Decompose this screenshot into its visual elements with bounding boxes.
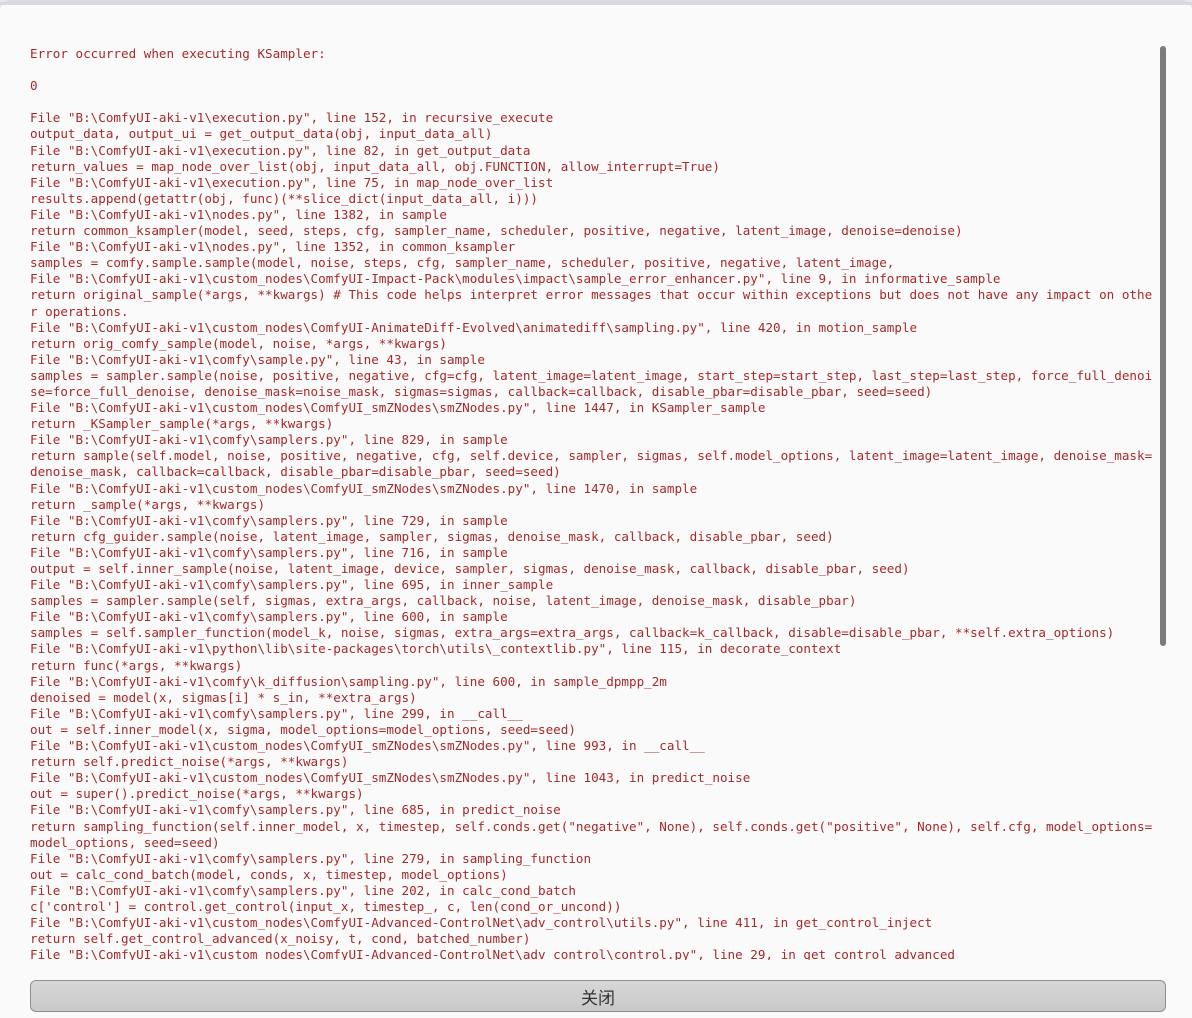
error-value: 0	[30, 78, 38, 94]
traceback-line: File "B:\ComfyUI-aki-v1\execution.py", l…	[30, 174, 554, 190]
traceback-line: File "B:\ComfyUI-aki-v1\custom_nodes\Com…	[30, 480, 698, 496]
traceback-line: return _KSampler_sample(*args, **kwargs)	[30, 416, 334, 432]
traceback-line: c['control'] = control.get_control(input…	[30, 898, 622, 914]
window-top-edge	[0, 2, 1192, 5]
traceback-line: out = self.inner_model(x, sigma, model_o…	[30, 721, 576, 737]
traceback-line: File "B:\ComfyUI-aki-v1\custom_nodes\Com…	[30, 915, 933, 931]
traceback-line: File "B:\ComfyUI-aki-v1\custom_nodes\Com…	[30, 319, 918, 335]
traceback-line: results.append(getattr(obj, func)(**slic…	[30, 190, 538, 206]
error-dialog: Error occurred when executing KSampler: …	[0, 0, 1192, 1018]
traceback-line: File "B:\ComfyUI-aki-v1\nodes.py", line …	[30, 239, 516, 255]
traceback-line: return original_sample(*args, **kwargs) …	[30, 287, 1153, 319]
traceback-line: return orig_comfy_sample(model, noise, *…	[30, 335, 448, 351]
traceback-line: return _sample(*args, **kwargs)	[30, 496, 266, 512]
traceback-line: File "B:\ComfyUI-aki-v1\comfy\samplers.p…	[30, 705, 523, 721]
traceback-line: return func(*args, **kwargs)	[30, 657, 243, 673]
traceback-line: File "B:\ComfyUI-aki-v1\custom_nodes\Com…	[30, 400, 766, 416]
traceback-line: return self.get_control_advanced(x_noisy…	[30, 931, 531, 947]
traceback-line: return_values = map_node_over_list(obj, …	[30, 158, 720, 174]
traceback-line: File "B:\ComfyUI-aki-v1\comfy\samplers.p…	[30, 609, 508, 625]
traceback-line: samples = self.sampler_function(model_k,…	[30, 625, 1115, 641]
traceback-line: File "B:\ComfyUI-aki-v1\comfy\samplers.p…	[30, 882, 576, 898]
traceback-line: samples = sampler.sample(noise, positive…	[30, 367, 1153, 399]
traceback-line: return sampling_function(self.inner_mode…	[30, 818, 1153, 850]
traceback-line: samples = sampler.sample(self, sigmas, e…	[30, 593, 857, 609]
traceback-line: File "B:\ComfyUI-aki-v1\nodes.py", line …	[30, 206, 448, 222]
traceback-line: File "B:\ComfyUI-aki-v1\custom_nodes\Com…	[30, 770, 751, 786]
traceback-line: File "B:\ComfyUI-aki-v1\custom_nodes\Com…	[30, 947, 956, 960]
traceback-line: File "B:\ComfyUI-aki-v1\comfy\samplers.p…	[30, 432, 508, 448]
traceback-line: return cfg_guider.sample(noise, latent_i…	[30, 528, 834, 544]
traceback-line: return sample(self.model, noise, positiv…	[30, 448, 1153, 480]
error-title: Error occurred when executing KSampler:	[30, 46, 326, 61]
traceback-line: out = calc_cond_batch(model, conds, x, t…	[30, 866, 508, 882]
traceback-line: File "B:\ComfyUI-aki-v1\comfy\sample.py"…	[30, 351, 485, 367]
traceback-line: return self.predict_noise(*args, **kwarg…	[30, 754, 349, 770]
traceback-line: File "B:\ComfyUI-aki-v1\custom_nodes\Com…	[30, 271, 1001, 287]
traceback-line: File "B:\ComfyUI-aki-v1\execution.py", l…	[30, 110, 554, 126]
traceback-line: File "B:\ComfyUI-aki-v1\custom_nodes\Com…	[30, 738, 705, 754]
traceback-line: File "B:\ComfyUI-aki-v1\comfy\samplers.p…	[30, 544, 508, 560]
scrollbar-thumb[interactable]	[1160, 46, 1166, 646]
traceback-line: File "B:\ComfyUI-aki-v1\comfy\samplers.p…	[30, 577, 554, 593]
traceback-line: File "B:\ComfyUI-aki-v1\comfy\samplers.p…	[30, 850, 592, 866]
traceback-line: output = self.inner_sample(noise, latent…	[30, 561, 910, 576]
traceback-line: File "B:\ComfyUI-aki-v1\comfy\samplers.p…	[30, 512, 508, 528]
traceback-line: File "B:\ComfyUI-aki-v1\comfy\samplers.p…	[30, 802, 561, 818]
traceback-line: File "B:\ComfyUI-aki-v1\execution.py", l…	[30, 142, 531, 158]
traceback-line: denoised = model(x, sigmas[i] * s_in, **…	[30, 689, 417, 705]
log-scrollbar[interactable]	[1158, 46, 1168, 960]
close-button[interactable]: 关闭	[30, 980, 1166, 1012]
traceback-line: samples = comfy.sample.sample(model, noi…	[30, 255, 895, 271]
traceback-line: out = super().predict_noise(*args, **kwa…	[30, 786, 364, 802]
traceback-line: File "B:\ComfyUI-aki-v1\comfy\k_diffusio…	[30, 673, 667, 689]
traceback-line: return common_ksampler(model, seed, step…	[30, 223, 963, 239]
traceback-list: File "B:\ComfyUI-aki-v1\execution.py", l…	[30, 110, 1156, 960]
traceback-line: output_data, output_ui = get_output_data…	[30, 126, 493, 142]
traceback-line: File "B:\ComfyUI-aki-v1\python\lib\site-…	[30, 641, 842, 657]
error-log[interactable]: Error occurred when executing KSampler: …	[30, 46, 1156, 960]
